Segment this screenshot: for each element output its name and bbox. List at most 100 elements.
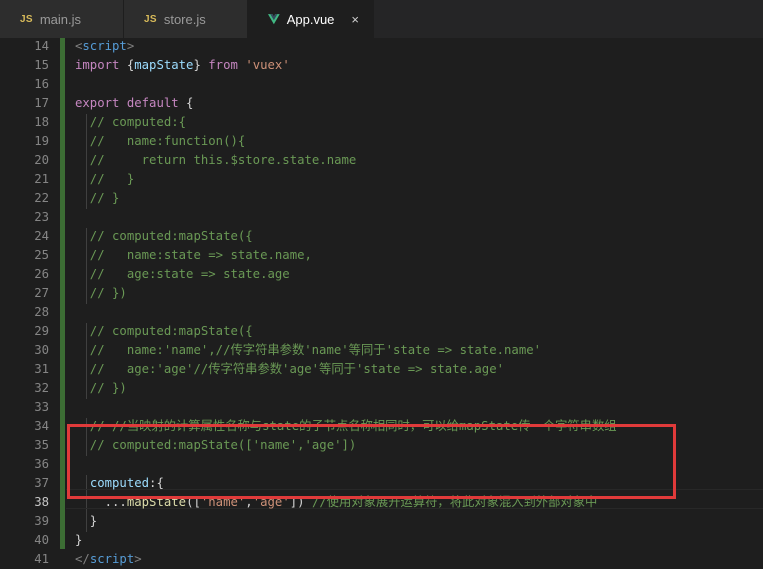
code-token: {	[119, 58, 135, 72]
tab-main-js[interactable]: JS main.js	[0, 0, 124, 38]
code-token: ])	[289, 495, 312, 509]
code-text: export default {	[75, 94, 193, 113]
code-line[interactable]: 17 export default {	[0, 94, 763, 113]
tab-bar: JS main.js JS store.js App.vue ×	[0, 0, 763, 38]
code-line[interactable]: 28	[0, 303, 763, 322]
code-line[interactable]: 36	[0, 455, 763, 474]
line-number: 26	[34, 267, 49, 281]
code-token: }	[75, 533, 83, 547]
code-line[interactable]: 15 import {mapState} from 'vuex'	[0, 56, 763, 75]
code-line[interactable]: 39 }	[0, 512, 763, 531]
code-text: // name:state => state.name,	[75, 246, 312, 265]
code-token: // computed:mapState({	[75, 229, 253, 243]
tab-label: main.js	[39, 11, 82, 27]
code-line[interactable]: 18 // computed:{	[0, 113, 763, 132]
line-number: 34	[34, 419, 49, 433]
code-text: // })	[75, 284, 127, 303]
code-token: computed	[89, 476, 150, 490]
code-token: // })	[75, 286, 127, 300]
code-token: // }	[75, 191, 120, 205]
code-token: </	[75, 552, 90, 566]
code-editor[interactable]: 14 <script> 15 import {mapState} from 'vuex…	[0, 37, 763, 566]
code-token: // computed:mapState(['name','age'])	[75, 438, 357, 452]
line-number: 41	[34, 552, 49, 566]
code-line[interactable]: 37 computed:{	[0, 474, 763, 493]
js-file-icon: JS	[144, 13, 157, 25]
code-text: // computed:{	[75, 113, 186, 132]
code-token: // })	[75, 381, 127, 395]
code-line[interactable]: 32 // })	[0, 379, 763, 398]
code-token: // computed:mapState({	[75, 324, 253, 338]
code-line[interactable]: 19 // name:function(){	[0, 132, 763, 151]
code-line[interactable]: 33	[0, 398, 763, 417]
code-text: }	[75, 531, 82, 550]
code-text: // computed:mapState(['name','age'])	[75, 436, 357, 455]
close-icon[interactable]: ×	[351, 12, 359, 27]
code-line[interactable]: 31 // age:'age'//传字符串参数'age'等同于'state =>…	[0, 360, 763, 379]
code-token: :{	[149, 476, 164, 490]
line-number: 38	[34, 495, 49, 509]
code-line[interactable]: 27 // })	[0, 284, 763, 303]
code-text: <script>	[75, 37, 134, 56]
line-number: 30	[34, 343, 49, 357]
tab-app-vue[interactable]: App.vue ×	[248, 0, 374, 38]
code-line[interactable]: 35 // computed:mapState(['name','age'])	[0, 436, 763, 455]
code-line[interactable]: 34 // //当映射的计算属性名称与state的子节点名称相同时，可以给map…	[0, 417, 763, 436]
line-number: 31	[34, 362, 49, 376]
code-line[interactable]: 23	[0, 208, 763, 227]
code-text: // //当映射的计算属性名称与state的子节点名称相同时，可以给mapSta…	[75, 417, 617, 436]
code-token: 'vuex'	[245, 58, 290, 72]
line-number: 23	[34, 210, 49, 224]
line-number: 35	[34, 438, 49, 452]
code-token: // name:'name',//传字符串参数'name'等同于'state =…	[75, 343, 542, 357]
code-line[interactable]: 41 </script>	[0, 550, 763, 569]
code-line[interactable]: 14 <script>	[0, 37, 763, 56]
line-number: 15	[34, 58, 49, 72]
code-token: >	[126, 39, 135, 53]
code-line[interactable]: 25 // name:state => state.name,	[0, 246, 763, 265]
line-number: 18	[34, 115, 49, 129]
tab-store-js[interactable]: JS store.js	[124, 0, 248, 38]
code-text: // }	[75, 170, 134, 189]
code-line[interactable]: 16	[0, 75, 763, 94]
code-token: script	[82, 39, 127, 53]
code-line[interactable]: 38 ...mapState(['name','age']) //使用对象展开运…	[0, 493, 763, 512]
code-text: // computed:mapState({	[75, 227, 253, 246]
tab-label: App.vue	[286, 11, 335, 27]
code-line[interactable]: 21 // }	[0, 170, 763, 189]
line-number: 21	[34, 172, 49, 186]
code-token: ,	[245, 495, 253, 509]
line-number: 16	[34, 77, 49, 91]
code-token: >	[134, 552, 142, 566]
code-token: }	[75, 514, 98, 528]
code-line[interactable]: 40}	[0, 531, 763, 550]
line-number: 19	[34, 134, 49, 148]
code-token: // computed:{	[75, 115, 187, 129]
code-token: import	[75, 58, 120, 72]
code-token: mapState	[126, 495, 187, 509]
code-line[interactable]: 26 // age:state => state.age	[0, 265, 763, 284]
code-token: ...	[75, 495, 127, 509]
code-token: ([	[186, 495, 201, 509]
line-number: 20	[34, 153, 49, 167]
code-text: // age:state => state.age	[75, 265, 290, 284]
code-token: from	[208, 58, 238, 72]
code-token: mapState	[134, 58, 194, 72]
code-line[interactable]: 20 // return this.$store.state.name	[0, 151, 763, 170]
vue-file-icon	[268, 13, 280, 24]
line-number: 27	[34, 286, 49, 300]
code-token: 'name'	[200, 495, 246, 509]
line-number: 33	[34, 400, 49, 414]
code-text: ...mapState(['name','age']) //使用对象展开运算符，…	[75, 493, 598, 512]
code-token: // age:state => state.age	[75, 267, 290, 281]
code-line[interactable]: 22 // }	[0, 189, 763, 208]
code-token: // return this.$store.state.name	[75, 153, 357, 167]
code-token: {	[178, 96, 194, 110]
code-line[interactable]: 30 // name:'name',//传字符串参数'name'等同于'stat…	[0, 341, 763, 360]
code-line[interactable]: 24 // computed:mapState({	[0, 227, 763, 246]
code-line[interactable]: 29 // computed:mapState({	[0, 322, 763, 341]
code-token: 'age'	[252, 495, 290, 509]
line-number: 36	[34, 457, 49, 471]
code-text: // name:function(){	[75, 132, 245, 151]
line-number: 39	[34, 514, 49, 528]
